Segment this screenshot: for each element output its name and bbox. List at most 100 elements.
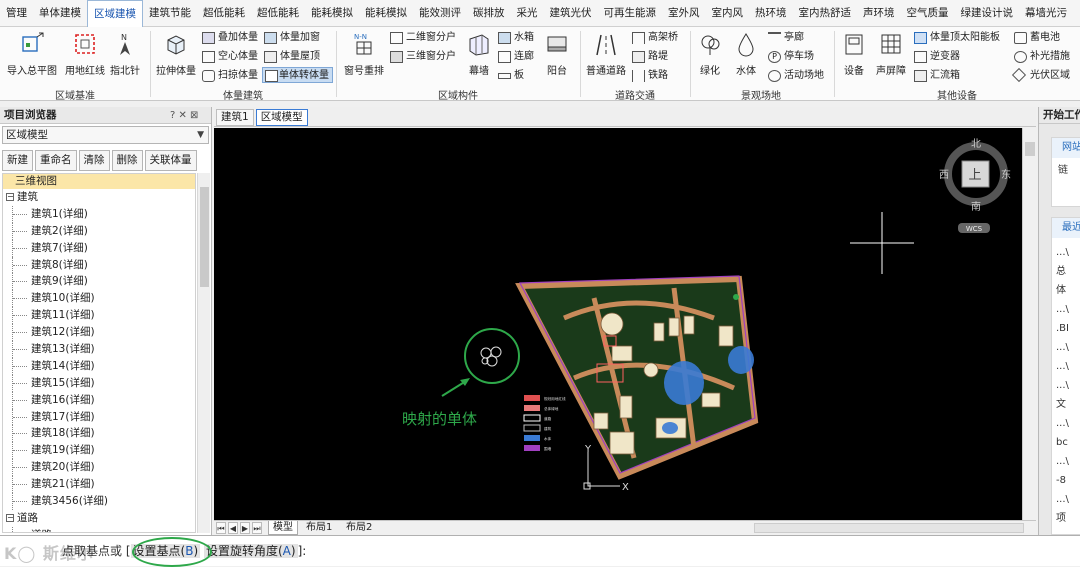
tree-item-3d-view[interactable]: 三维视图: [3, 174, 195, 189]
window-2d-button[interactable]: 二维窗分户: [390, 30, 456, 46]
menu-item-3[interactable]: 建筑节能: [143, 0, 197, 27]
website-link[interactable]: 链: [1052, 164, 1080, 177]
site-plan[interactable]: [515, 275, 759, 480]
menu-item-9[interactable]: 碳排放: [467, 0, 511, 27]
tab-building-1[interactable]: 建筑1: [216, 109, 254, 126]
menu-item-11[interactable]: 建筑光伏: [544, 0, 598, 27]
tree-item-building[interactable]: 建筑1(详细): [3, 205, 195, 223]
tab-layout-2[interactable]: 布局2: [342, 521, 376, 535]
menu-item-16[interactable]: 室内热舒适: [793, 0, 858, 27]
delete-button[interactable]: 删除: [111, 150, 143, 171]
elevated-bridge-button[interactable]: 高架桥: [632, 30, 678, 46]
tree-item-road[interactable]: 道路: [3, 526, 195, 532]
tree-item-building[interactable]: 建筑12(详细): [3, 324, 195, 341]
menu-item-18[interactable]: 空气质量: [901, 0, 955, 27]
supplement-light-button[interactable]: 补光措施: [1014, 49, 1070, 65]
mass-roof-button[interactable]: 体量屋顶: [264, 49, 320, 65]
menu-item-0[interactable]: 管理: [0, 0, 33, 27]
viewcube-north[interactable]: 北: [971, 138, 981, 150]
activity-site-button[interactable]: 活动场地: [768, 68, 824, 84]
collapse-icon[interactable]: −: [6, 513, 14, 522]
last-tab-arrow-icon[interactable]: ⏭: [252, 522, 262, 534]
horizontal-scrollbar[interactable]: [754, 523, 1024, 533]
extrude-mass-button[interactable]: 拉伸体量: [154, 29, 198, 77]
viewcube-west[interactable]: 西: [939, 170, 949, 181]
scrollbar-thumb[interactable]: [1025, 142, 1035, 156]
tree-item-building[interactable]: 建筑14(详细): [3, 357, 195, 375]
model-select[interactable]: 区域模型 ▼: [2, 126, 209, 144]
drawing-canvas[interactable]: 上 北 南 东 西 WCS 规划用地红线 总体绿地 道路 建筑 水体 围墙 映射…: [214, 128, 1022, 520]
menu-item-15[interactable]: 热环境: [749, 0, 793, 27]
recent-file-item[interactable]: .BI: [1052, 322, 1080, 341]
tree-item-building[interactable]: 建筑9(详细): [3, 273, 195, 291]
panel-tool-icons[interactable]: ? ✕ ⊠: [170, 107, 198, 124]
menu-item-2[interactable]: 区域建模: [87, 0, 143, 27]
curtain-wall-button[interactable]: 幕墙: [462, 29, 496, 77]
first-tab-arrow-icon[interactable]: ⏮: [216, 522, 226, 534]
water-body-button[interactable]: 水体: [730, 29, 762, 77]
tree-item-building[interactable]: 建筑17(详细): [3, 408, 195, 426]
collapse-icon[interactable]: −: [6, 193, 14, 201]
pv-zone-button[interactable]: 光伏区域: [1011, 67, 1070, 84]
mass-roof-pv-button[interactable]: 体量顶太阳能板: [914, 30, 1000, 46]
menu-item-4[interactable]: 超低能耗: [197, 0, 251, 27]
tree-item-building[interactable]: 建筑7(详细): [3, 239, 195, 257]
device-button[interactable]: 设备: [838, 29, 870, 77]
website-card-header[interactable]: 网站: [1052, 138, 1080, 158]
wcs-label[interactable]: WCS: [966, 225, 983, 233]
window-renumber-button[interactable]: N-N 窗号重排: [342, 29, 386, 77]
tree-item-building[interactable]: 建筑18(详细): [3, 425, 195, 443]
menu-item-19[interactable]: 绿建设计说: [955, 0, 1020, 27]
recent-file-item[interactable]: ...\: [1052, 417, 1080, 436]
tree-item-building[interactable]: 建筑19(详细): [3, 442, 195, 460]
parking-button[interactable]: P 停车场: [768, 49, 814, 65]
hollow-mass-button[interactable]: 空心体量: [202, 49, 258, 65]
recent-file-item[interactable]: ...\: [1052, 455, 1080, 474]
recent-file-item[interactable]: ...\: [1052, 493, 1080, 512]
recent-file-item[interactable]: ...\: [1052, 341, 1080, 360]
road-embankment-button[interactable]: 路堤: [632, 49, 668, 65]
slab-button[interactable]: 板: [498, 68, 524, 84]
window-3d-button[interactable]: 三维窗分户: [390, 49, 456, 65]
tree-item-building[interactable]: 建筑13(详细): [3, 341, 195, 358]
railway-button[interactable]: 铁路: [632, 68, 668, 84]
menu-item-20[interactable]: 幕墙光污: [1019, 0, 1073, 27]
menu-item-14[interactable]: 室内风: [706, 0, 750, 27]
corridor-button[interactable]: 连廊: [498, 49, 534, 65]
viewcube-east[interactable]: 东: [1001, 168, 1011, 181]
tree-item-building[interactable]: 建筑3456(详细): [3, 493, 195, 510]
normal-road-button[interactable]: 普通道路: [584, 29, 628, 77]
tab-area-model[interactable]: 区域模型: [255, 109, 308, 126]
prev-tab-arrow-icon[interactable]: ◀: [228, 522, 238, 534]
rename-button[interactable]: 重命名: [35, 150, 77, 171]
tree-item-building[interactable]: 建筑10(详细): [3, 290, 195, 308]
import-plan-button[interactable]: 导入总平图: [6, 29, 58, 77]
recent-file-item[interactable]: 项: [1052, 512, 1080, 531]
inverter-button[interactable]: 逆变器: [914, 49, 960, 65]
tab-model[interactable]: 模型: [268, 521, 298, 535]
north-arrow-button[interactable]: N 指北针: [108, 29, 142, 77]
recent-file-item[interactable]: 体: [1052, 284, 1080, 303]
menu-item-13[interactable]: 室外风: [662, 0, 706, 27]
menu-item-8[interactable]: 能效测评: [413, 0, 467, 27]
sweep-mass-button[interactable]: 扫掠体量: [202, 68, 258, 84]
mapped-building[interactable]: [464, 328, 520, 384]
scrollbar-thumb[interactable]: [200, 187, 209, 287]
mass-add-window-button[interactable]: 体量加窗: [264, 30, 320, 46]
tab-layout-1[interactable]: 布局1: [302, 521, 336, 535]
sound-barrier-button[interactable]: 声屏障: [872, 29, 910, 77]
recent-file-item[interactable]: 文: [1052, 398, 1080, 417]
menu-item-1[interactable]: 单体建模: [33, 0, 87, 27]
recent-file-item[interactable]: ...\: [1052, 360, 1080, 379]
mapped-building-shape[interactable]: [480, 346, 502, 367]
menu-item-6[interactable]: 能耗模拟: [305, 0, 359, 27]
tree-category-road[interactable]: − 道路: [3, 510, 195, 527]
recent-file-item[interactable]: ...\: [1052, 379, 1080, 398]
viewport-vertical-scrollbar[interactable]: [1022, 128, 1036, 520]
recent-file-item[interactable]: bc: [1052, 436, 1080, 455]
tree-item-building[interactable]: 建筑21(详细): [3, 476, 195, 493]
combiner-box-button[interactable]: 汇流箱: [914, 68, 960, 84]
recent-card-header[interactable]: 最近: [1052, 218, 1080, 238]
tree-item-building[interactable]: 建筑20(详细): [3, 459, 195, 477]
menu-item-7[interactable]: 能耗模拟: [359, 0, 413, 27]
